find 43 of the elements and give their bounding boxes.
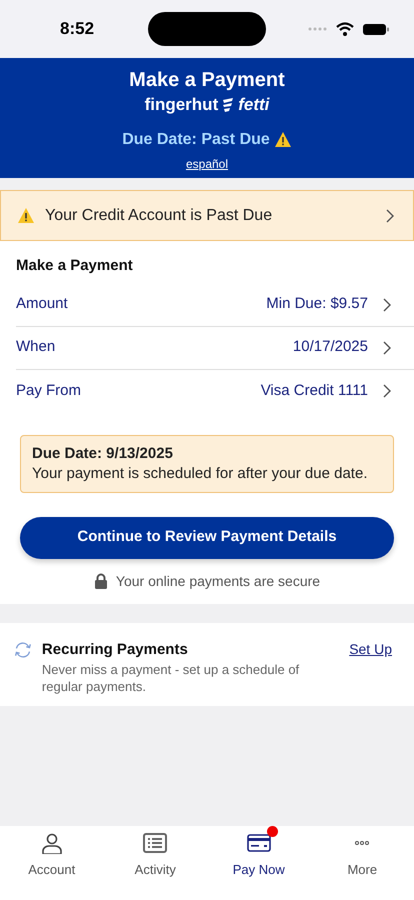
language-link[interactable]: español [186,156,228,170]
tab-item[interactable]: Pay Now [207,826,310,900]
due-date-status: Due Date: Past Due [122,130,270,150]
chevron-right-icon [385,208,395,224]
payment-option-row[interactable]: When 10/17/2025 [16,326,414,370]
row-value: 10/17/2025 [292,337,368,358]
row-label: When [16,337,56,358]
notice-title: Due Date: 9/13/2025 [32,444,174,464]
warning-icon [274,131,292,148]
signal-icon [308,26,328,32]
secure-note: Your online payments are secure [116,572,320,591]
logo-text: fetti [238,94,270,116]
status-time: 8:52 [60,18,96,40]
recurring-title: Recurring Payments [42,640,189,660]
section-title: Make a Payment [16,256,134,276]
chevron-right-icon [382,340,392,356]
notice-text: Your payment is scheduled for after your due date. [32,464,368,484]
person-icon [40,832,64,854]
more-icon [355,841,370,845]
credit-card-icon [246,832,271,854]
setup-link[interactable]: Set Up [349,638,392,706]
logo-text: fingerhut [144,94,218,116]
row-label: Amount [16,294,68,314]
row-value: Visa Credit 1111 [260,380,368,401]
tab-item[interactable]: Activity [104,826,207,900]
recurring-description: Never miss a payment - set up a schedule of regular payments. [42,661,300,695]
list-icon [143,832,168,854]
logo-icon [222,96,234,113]
wifi-icon [336,22,354,36]
continue-button[interactable]: Continue to Review Payment Details [20,516,394,558]
tab-item[interactable]: Account [0,826,104,900]
row-value: Min Due: $9.57 [266,294,368,314]
payment-option-row[interactable]: Amount Min Due: $9.57 [16,284,414,326]
battery-icon [362,22,390,36]
chevron-right-icon [382,296,392,312]
warning-icon [17,207,35,224]
row-label: Pay From [16,380,82,401]
past-due-alert[interactable]: Your Credit Account is Past Due [0,190,414,241]
page-title: Make a Payment [128,68,286,92]
chevron-right-icon [382,383,392,399]
payment-option-row[interactable]: Pay From Visa Credit 1111 [16,370,414,412]
tab-item[interactable]: More [310,826,414,900]
lock-icon [94,573,108,589]
